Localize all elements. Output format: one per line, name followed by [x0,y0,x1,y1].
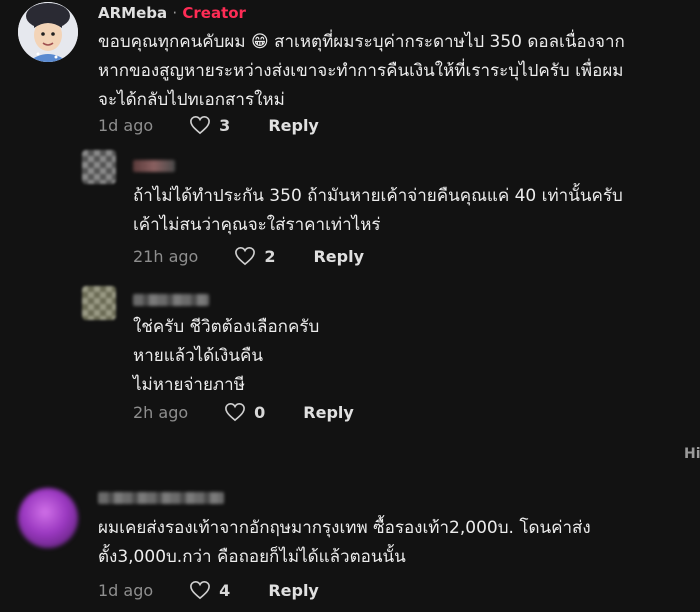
heart-outline-icon [190,580,211,600]
creator-username[interactable]: ARMeba [98,4,167,22]
comment-text: ใช่ครับ ชีวิตต้องเลือกครับ หายแล้วได้เงิ… [133,317,320,395]
comment-text: ถ้าไม่ได้ทำประกัน 350 ถ้ามันหายเค้าจ่ายค… [133,186,623,235]
like-count: 3 [219,115,231,135]
comment-meta: 1d ago 4 Reply [98,580,319,600]
comment-time: 1d ago [98,115,154,135]
creator-avatar[interactable] [18,2,78,62]
reply-button[interactable]: Reply [313,247,364,266]
like-button[interactable]: 3 [189,115,230,135]
reply-avatar[interactable] [82,286,116,320]
comment-text: ผมเคยส่งรองเท้าจากอักฤษมากรุงเทพ ซื้อรอง… [98,518,591,567]
reply-button[interactable]: Reply [268,116,319,135]
commenter-avatar[interactable] [18,488,78,548]
heart-outline-icon [190,115,211,135]
comment-meta: 21h ago 2 Reply [133,246,364,266]
like-button[interactable]: 2 [234,246,275,266]
comment-time: 2h ago [133,402,189,422]
comment-meta: 1d ago 3 Reply [98,115,319,135]
like-count: 2 [264,246,276,266]
like-button[interactable]: 4 [189,580,230,600]
edge-partial-text: Hi [684,446,700,462]
creator-username-row: ARMeba · Creator [98,4,246,22]
creator-badge: Creator [182,4,246,22]
reply-avatar[interactable] [82,150,116,184]
heart-outline-icon [225,402,246,422]
comment-text: ขอบคุณทุกคนคับผม 😁 สาเหตุที่ผมระบุค่ากระ… [98,32,625,110]
blurred-username [133,294,209,306]
blurred-username [133,160,175,172]
comment-meta: 2h ago 0 Reply [133,402,354,422]
reply-button[interactable]: Reply [303,403,354,422]
like-button[interactable]: 0 [224,402,265,422]
heart-outline-icon [235,246,256,266]
like-count: 4 [219,580,231,600]
reply-button[interactable]: Reply [268,581,319,600]
blurred-username [98,492,224,504]
cartoon-avatar-icon [18,2,78,62]
comment-time: 1d ago [98,580,154,600]
comment-time: 21h ago [133,246,199,266]
separator-dot: · [172,4,178,22]
like-count: 0 [254,402,266,422]
